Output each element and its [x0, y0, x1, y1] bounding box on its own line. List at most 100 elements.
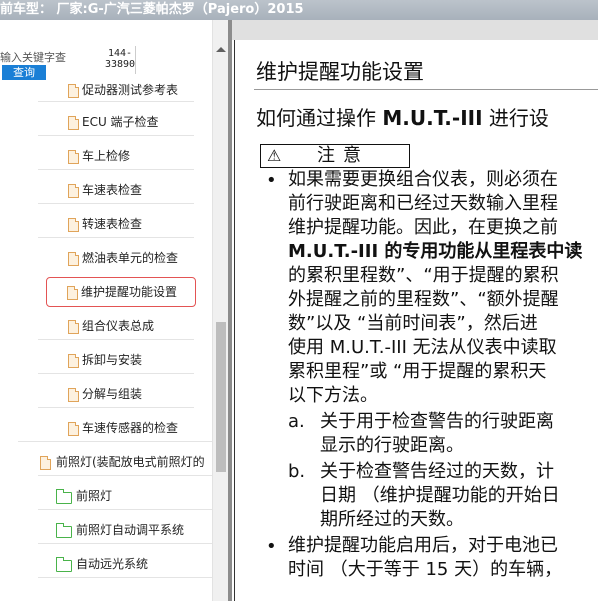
paragraph-line: 外提醒之前的里程数”、“额外提醒 [288, 289, 559, 310]
document-icon [68, 252, 79, 266]
paragraph-line: 显示的行驶距离。 [320, 435, 464, 456]
subtitle-tool-name: M.U.T.-III [382, 106, 483, 130]
tree-item[interactable]: ECU 端子检查 [60, 107, 200, 137]
page-ref-bottom: 33890 [104, 59, 136, 70]
tree-item-label: 车速传感器的检查 [82, 421, 179, 435]
document-icon [68, 84, 79, 98]
divider [38, 169, 194, 170]
paragraph-line: 累积里程”或 “用于提醒的累积天 [288, 361, 547, 382]
document-icon [68, 320, 79, 334]
paragraph-line: 期所经过的天数。 [320, 509, 464, 530]
document-left-border [234, 40, 235, 601]
subtitle-prefix: 如何通过操作 [256, 106, 376, 130]
navigation-panel: 查询 144- 33890 促动器测试参考表 ECU 端子检查 车上检修 车速表… [0, 20, 228, 601]
divider [38, 577, 212, 578]
page-ref-divider [135, 46, 136, 74]
folder-icon [55, 557, 72, 572]
divider [38, 373, 194, 374]
tree-item-label: 前照灯 [76, 489, 113, 503]
tree-scrollbar[interactable] [212, 20, 229, 601]
paragraph-line: 如果需要更换组合仪表，则必须在 [288, 169, 558, 190]
tree-item[interactable]: 拆卸与安装 [60, 345, 200, 375]
paragraph-line: 维护提醒功能。因此，在更换之前 [288, 217, 558, 238]
list-marker-b: b. [288, 461, 306, 482]
paragraph-line: 的累积里程数”、“用于提醒的累积 [288, 265, 559, 286]
tree-item[interactable]: 自动远光系统 [50, 549, 200, 579]
caution-label: 注意 [317, 145, 369, 166]
paragraph-line: 数”以及 “当前时间表”，然后进 [288, 313, 538, 334]
document-icon [68, 422, 79, 436]
document-icon [68, 116, 79, 130]
tree-item-label: 拆卸与安装 [82, 353, 143, 367]
folder-icon [55, 523, 72, 538]
tree-item-label: 前照灯自动调平系统 [76, 523, 185, 537]
subtitle-suffix: 进行设 [488, 106, 549, 130]
paragraph-line: 使用 M.U.T.-III 无法从仪表中读取 [288, 337, 557, 358]
title-rule [254, 89, 598, 90]
tree-item[interactable]: 分解与组装 [60, 379, 200, 409]
document-toolbar-strip [232, 20, 598, 40]
tree-item[interactable]: 燃油表单元的检查 [60, 243, 200, 273]
warning-triangle-icon: ⚠ [267, 146, 282, 165]
bullet-glyph: • [266, 170, 277, 191]
tree-item-label: 前照灯(装配放电式前照灯的 [56, 455, 205, 469]
bullet-glyph: • [266, 536, 277, 557]
divider [38, 509, 212, 510]
divider [38, 203, 194, 204]
tree-item[interactable]: 前照灯(装配放电式前照灯的 [34, 447, 212, 477]
scroll-up-arrow-icon[interactable] [216, 47, 226, 52]
divider [38, 543, 212, 544]
tree-item[interactable]: 车速传感器的检查 [60, 413, 200, 443]
document-icon [68, 388, 79, 402]
paragraph-line: 时间 （大于等于 15 天）的车辆， [288, 559, 563, 580]
paragraph-line: 前行驶距离和已经过天数输入里程 [288, 193, 558, 214]
window-title: 前车型： 厂家:G-广汽三菱帕杰罗（Pajero）2015 [0, 0, 598, 20]
divider [38, 407, 194, 408]
document-subtitle: 如何通过操作 M.U.T.-III 进行设 [256, 102, 549, 131]
document-icon [67, 286, 78, 300]
divider [38, 475, 212, 476]
tree-item[interactable]: 组合仪表总成 [60, 311, 200, 341]
page-reference: 144- 33890 [104, 48, 136, 70]
tree-item-label: 维护提醒功能设置 [81, 285, 178, 299]
document-icon [68, 150, 79, 164]
paragraph-line: M.U.T.-III 的专用功能从里程表中读 [288, 241, 583, 262]
tree-item-label: 转速表检查 [82, 217, 143, 231]
divider [38, 101, 194, 102]
document-viewer: 维护提醒功能设置 如何通过操作 M.U.T.-III 进行设 ⚠ 注意 • 如果… [232, 40, 598, 601]
paragraph-line: 以下方法。 [288, 385, 378, 406]
list-marker-a: a. [288, 411, 305, 432]
tree-item-label: 车上检修 [82, 149, 131, 163]
divider [38, 237, 194, 238]
document-icon [40, 456, 51, 470]
tree-item-label: 分解与组装 [82, 387, 143, 401]
divider [18, 441, 212, 442]
tree-item-label: 燃油表单元的检查 [82, 251, 179, 265]
search-button[interactable]: 查询 [2, 65, 46, 80]
paragraph-line: 维护提醒功能启用后，对于电池已 [288, 535, 558, 556]
paragraph-line: 关于检查警告经过的天数，计 [320, 461, 554, 482]
page-ref-top: 144- [107, 48, 133, 59]
divider [38, 339, 194, 340]
scrollbar-thumb[interactable] [216, 322, 226, 472]
tree-item[interactable]: 车速表检查 [60, 175, 200, 205]
tree-item[interactable]: 前照灯自动调平系统 [50, 515, 200, 545]
search-input[interactable] [0, 50, 74, 64]
tree-item-selected[interactable]: 维护提醒功能设置 [46, 277, 196, 307]
folder-icon [55, 489, 72, 504]
caution-box: ⚠ 注意 [260, 144, 410, 168]
tree-item-label: ECU 端子检查 [82, 115, 159, 129]
tree-item-label: 组合仪表总成 [82, 319, 155, 333]
tree-item-label: 车速表检查 [82, 183, 143, 197]
tree-item[interactable]: 前照灯 [50, 481, 200, 511]
divider [38, 135, 194, 136]
document-icon [68, 218, 79, 232]
tree-item-label: 自动远光系统 [76, 557, 149, 571]
document-icon [68, 354, 79, 368]
document-icon [68, 184, 79, 198]
paragraph-line: 日期 （维护提醒功能的开始日 [320, 485, 560, 506]
tree-item[interactable]: 车上检修 [60, 141, 200, 171]
document-title: 维护提醒功能设置 [256, 60, 424, 84]
paragraph-line: 关于用于检查警告的行驶距离 [320, 411, 554, 432]
tree-item[interactable]: 转速表检查 [60, 209, 200, 239]
